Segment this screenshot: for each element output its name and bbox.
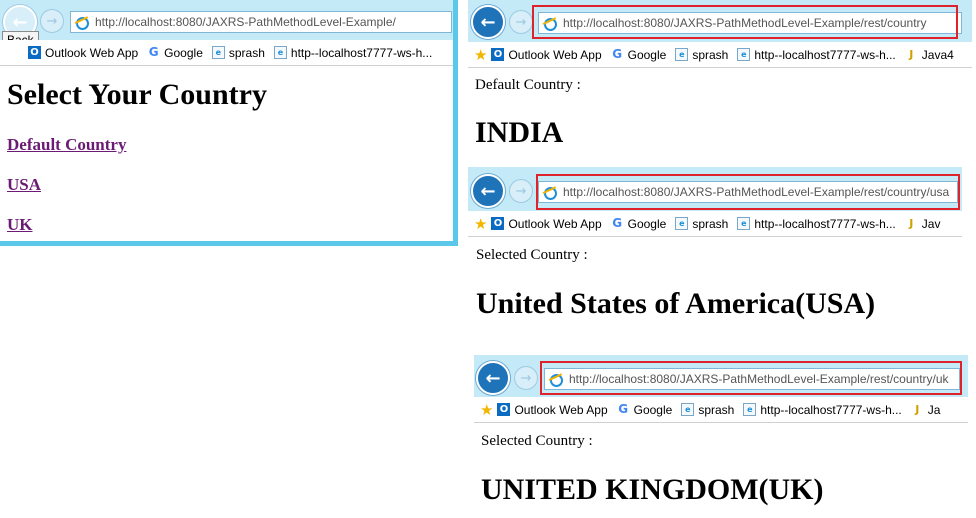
country-label: Selected Country : — [476, 247, 588, 263]
favorite-google[interactable]: G Google — [611, 47, 666, 62]
favorite-sprash[interactable]: e sprash — [675, 48, 728, 62]
page-icon: e — [681, 403, 695, 416]
favorites-star-icon[interactable]: ★ — [474, 46, 487, 64]
java-icon: J — [909, 217, 914, 230]
favorite-localhost[interactable]: e http--localhost7777-ws-h... — [737, 217, 896, 231]
forward-arrow-icon: → — [520, 370, 532, 386]
address-url: http://localhost:8080/JAXRS-PathMethodLe… — [95, 15, 396, 29]
country-label: Selected Country : — [481, 433, 593, 449]
navigation-bar: ← → http://localhost:8080/JAXRS-PathMeth… — [468, 167, 962, 211]
favorite-localhost[interactable]: e http--localhost7777-ws-h... — [737, 48, 896, 62]
favorite-outlook[interactable]: O Outlook Web App — [28, 46, 138, 60]
navigation-bar: ← → http://localhost:8080/JAXRS-PathMeth… — [474, 355, 968, 397]
country-label: Default Country : — [475, 77, 581, 93]
outlook-icon: O — [28, 46, 41, 59]
favorites-bar: ★ O Outlook Web App G Google e sprash e http… — [468, 211, 962, 237]
page-icon: e — [273, 46, 287, 59]
back-arrow-icon: ← — [12, 11, 28, 33]
java-icon: J — [915, 403, 920, 416]
country-name: United States of America(USA) — [476, 287, 876, 320]
forward-arrow-icon: → — [515, 14, 527, 30]
outlook-icon: O — [491, 217, 505, 230]
page-icon: e — [675, 48, 689, 61]
page-icon: e — [737, 48, 751, 61]
favorites-bar: ★ O Outlook Web App G Google e sprash e http… — [474, 397, 968, 423]
favorite-java[interactable]: J Jav — [905, 217, 940, 231]
outlook-icon: O — [491, 48, 505, 61]
country-name: INDIA — [475, 116, 564, 149]
result-window-usa: ← → http://localhost:8080/JAXRS-PathMeth… — [468, 167, 962, 337]
address-highlight-box — [540, 361, 962, 395]
result-window-default: ← → http://localhost:8080/JAXRS-PathMeth… — [468, 0, 972, 160]
page-icon: e — [743, 403, 757, 416]
link-uk[interactable]: UK — [7, 215, 33, 235]
forward-arrow-icon: → — [46, 13, 58, 29]
google-icon: G — [612, 47, 623, 61]
favorites-star-icon[interactable]: ★ — [480, 401, 493, 419]
favorite-sprash[interactable]: e sprash — [675, 217, 728, 231]
page-icon: e — [211, 46, 225, 59]
result-window-uk: ← → http://localhost:8080/JAXRS-PathMeth… — [474, 355, 968, 518]
country-name: UNITED KINGDOM(UK) — [481, 473, 824, 506]
favorite-sprash[interactable]: e sprash — [681, 403, 734, 417]
forward-button[interactable]: → — [41, 10, 63, 32]
address-highlight-box — [532, 5, 958, 39]
favorites-bar: O Outlook Web App G Google e sprash e http--… — [0, 40, 453, 66]
forward-button[interactable]: → — [515, 367, 537, 389]
left-navigation-bar: ← → http://localhost:8080/JAXRS-PathMeth… — [0, 0, 453, 40]
page-icon: e — [675, 217, 689, 230]
favorite-google[interactable]: G Google — [611, 216, 666, 231]
google-icon: G — [148, 45, 159, 59]
favorite-outlook[interactable]: O Outlook Web App — [491, 48, 602, 62]
ie-page-icon — [75, 15, 89, 30]
google-icon: G — [618, 402, 629, 416]
favorite-google[interactable]: G Google — [147, 46, 203, 60]
favorite-outlook[interactable]: O Outlook Web App — [491, 217, 602, 231]
favorite-sprash[interactable]: e sprash — [211, 46, 265, 60]
back-button[interactable]: ← — [471, 5, 505, 39]
java-icon: J — [909, 48, 914, 61]
page-heading: Select Your Country — [7, 78, 267, 111]
favorite-google[interactable]: G Google — [617, 402, 672, 417]
back-button[interactable]: ← — [476, 361, 510, 395]
favorites-bar: ★ O Outlook Web App G Google e sprash e http… — [468, 42, 972, 68]
favorite-outlook[interactable]: O Outlook Web App — [497, 403, 608, 417]
page-icon: e — [737, 217, 751, 230]
back-arrow-icon: ← — [480, 11, 496, 33]
back-arrow-icon: ← — [485, 367, 501, 389]
forward-arrow-icon: → — [515, 183, 527, 199]
address-bar[interactable]: http://localhost:8080/JAXRS-PathMethodLe… — [70, 11, 452, 33]
link-usa[interactable]: USA — [7, 175, 41, 195]
favorite-localhost[interactable]: e http--localhost7777-ws-h... — [743, 403, 902, 417]
address-highlight-box — [536, 174, 960, 210]
left-browser-window: ← → http://localhost:8080/JAXRS-PathMeth… — [0, 0, 458, 246]
google-icon: G — [612, 216, 623, 230]
navigation-bar: ← → http://localhost:8080/JAXRS-PathMeth… — [468, 0, 972, 42]
link-default-country[interactable]: Default Country — [7, 135, 126, 155]
favorite-java[interactable]: J Java4 — [905, 48, 954, 62]
favorites-star-icon[interactable]: ★ — [474, 215, 487, 233]
back-arrow-icon: ← — [480, 180, 496, 202]
back-button[interactable]: ← — [471, 174, 505, 208]
outlook-icon: O — [497, 403, 511, 416]
forward-button[interactable]: → — [510, 180, 532, 202]
favorite-java[interactable]: J Ja — [911, 403, 940, 417]
forward-button[interactable]: → — [510, 11, 532, 33]
favorite-localhost[interactable]: e http--localhost7777-ws-h... — [273, 46, 432, 60]
